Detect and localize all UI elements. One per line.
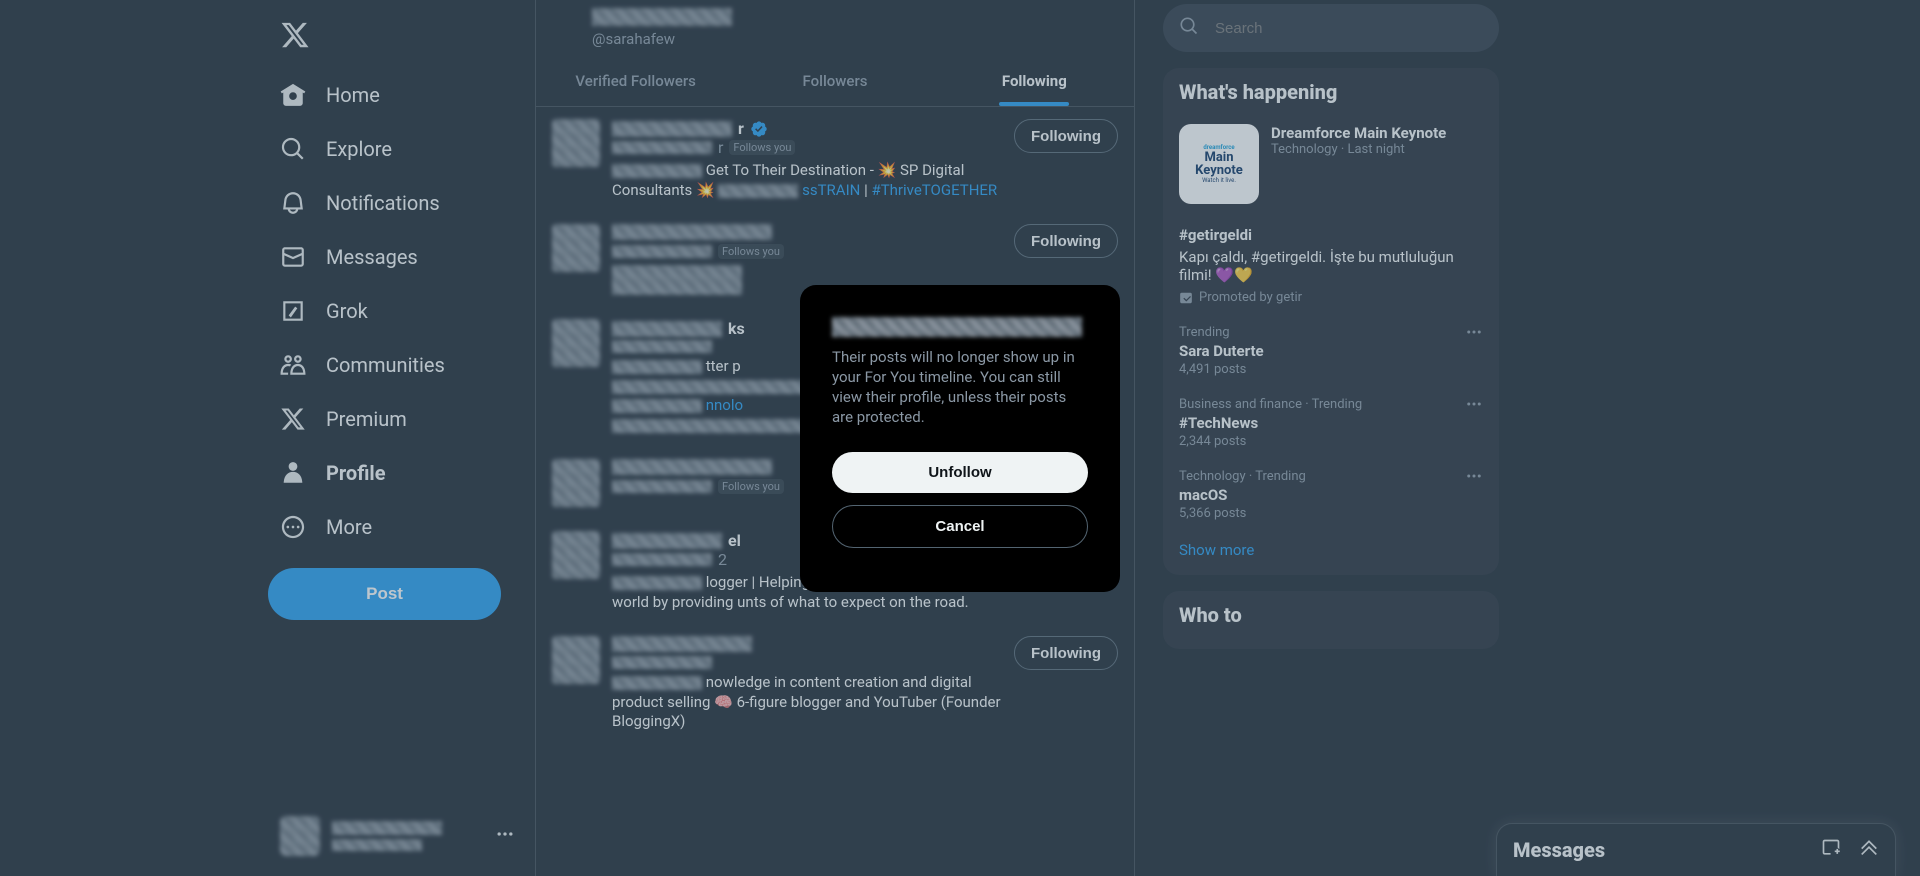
- modal-title-redacted: [832, 317, 1082, 337]
- unfollow-button[interactable]: Unfollow: [832, 452, 1088, 493]
- unfollow-confirm-modal: Their posts will no longer show up in yo…: [800, 285, 1120, 592]
- cancel-button[interactable]: Cancel: [832, 505, 1088, 548]
- modal-description: Their posts will no longer show up in yo…: [832, 347, 1088, 428]
- modal-overlay[interactable]: Their posts will no longer show up in yo…: [0, 0, 1920, 876]
